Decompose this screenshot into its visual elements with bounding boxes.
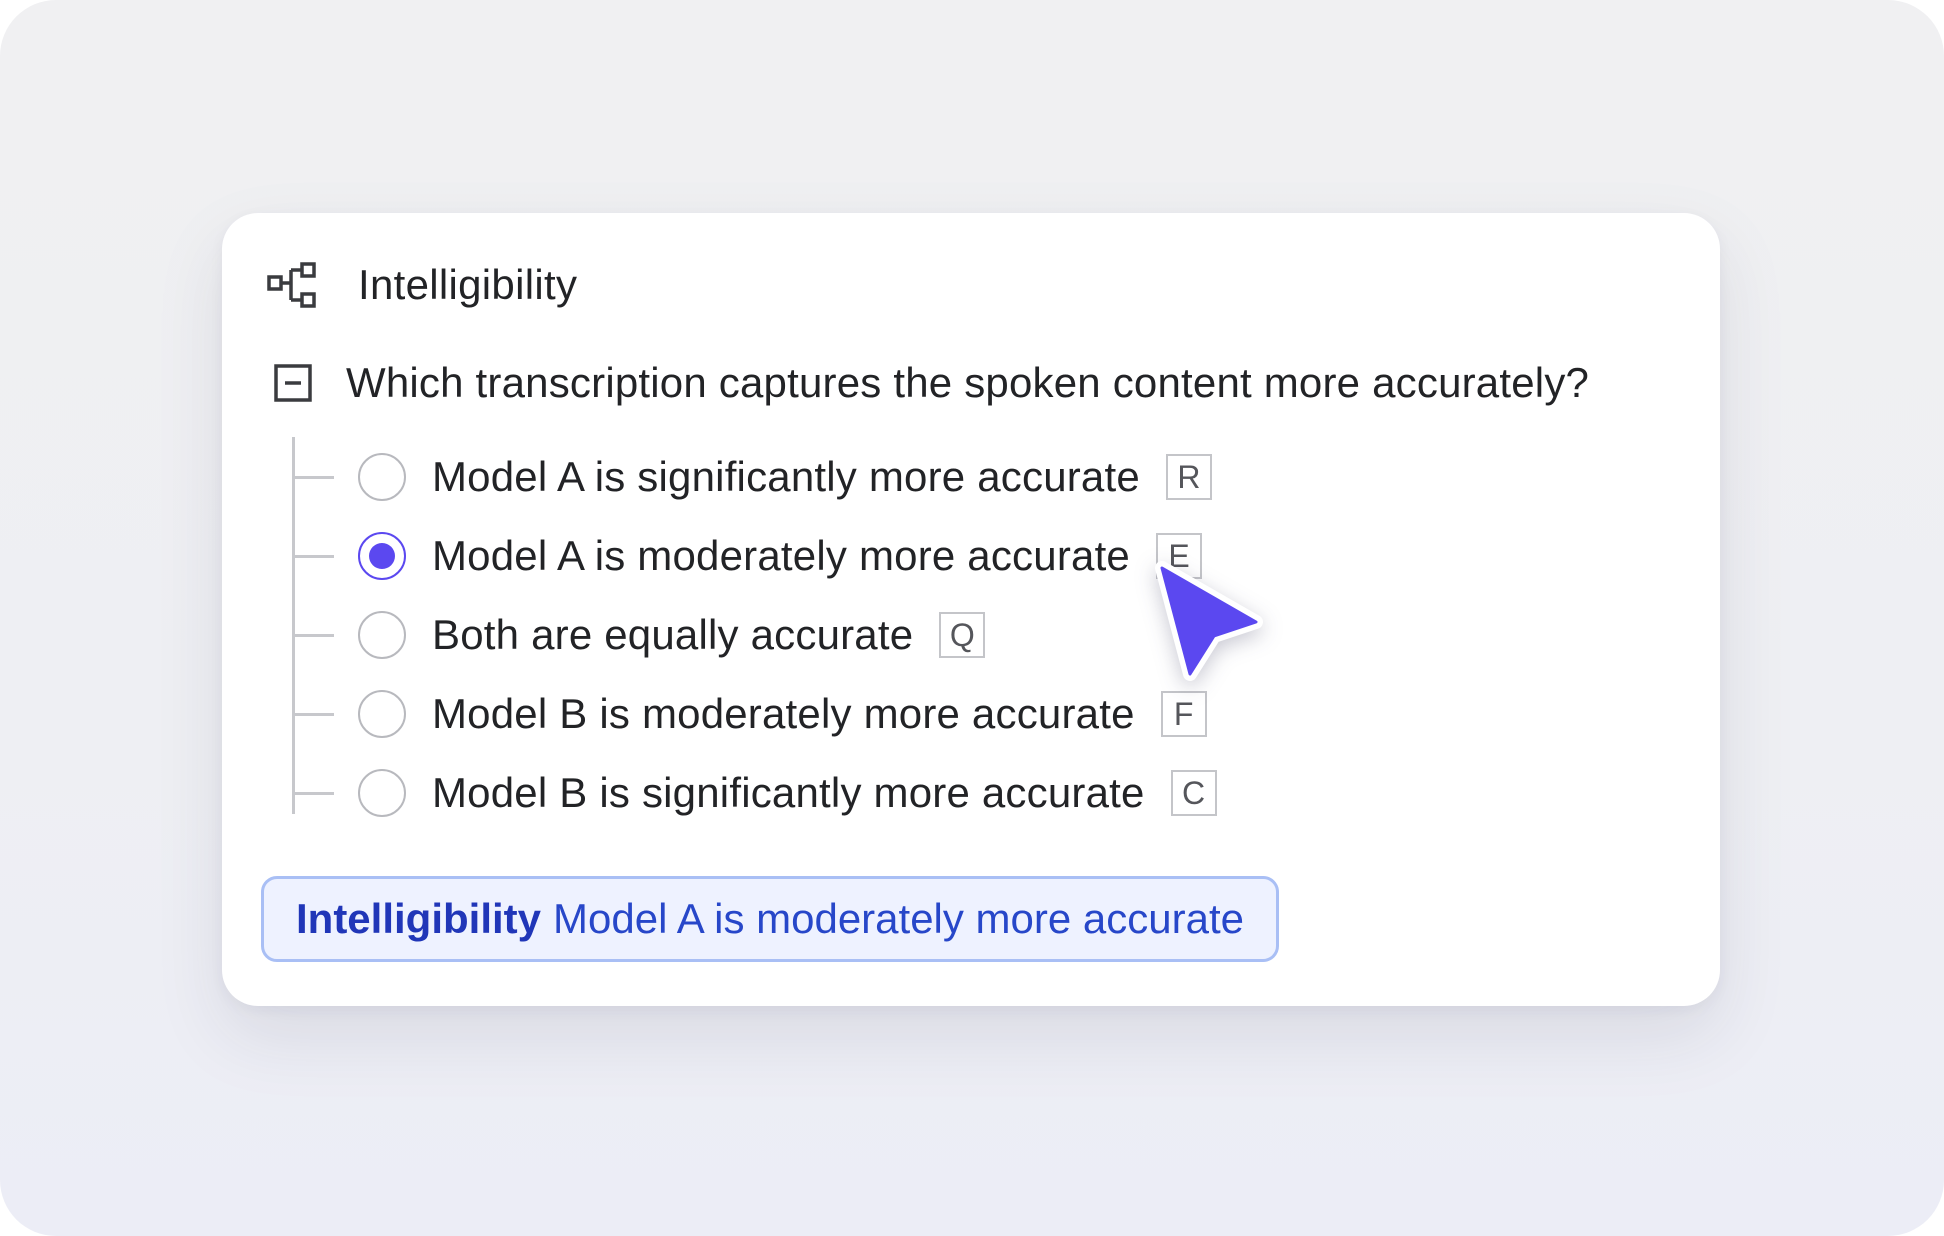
hotkey-badge: F xyxy=(1160,691,1207,737)
radio-button[interactable] xyxy=(358,690,406,738)
answer-summary-chip: Intelligibility Model A is moderately mo… xyxy=(261,876,1280,962)
option-model-b-significant[interactable]: Model B is significantly more accurate C xyxy=(292,763,1217,823)
tree-branch xyxy=(292,554,334,558)
option-model-a-moderate[interactable]: Model A is moderately more accurate E xyxy=(292,526,1202,586)
background-frame: Intelligibility Which transcription capt… xyxy=(0,0,1944,1236)
tree-branch xyxy=(292,791,334,795)
radio-button[interactable] xyxy=(358,611,406,659)
question-row: Which transcription captures the spoken … xyxy=(274,353,1589,413)
tree-branch xyxy=(292,633,334,637)
radio-button-selected[interactable] xyxy=(358,532,406,580)
option-label[interactable]: Both are equally accurate xyxy=(432,611,913,659)
pointer-cursor-icon xyxy=(1155,561,1263,681)
summary-title: Intelligibility xyxy=(296,895,542,942)
tree-branch xyxy=(292,712,334,716)
hotkey-badge: C xyxy=(1170,770,1217,816)
card-header: Intelligibility xyxy=(266,255,577,315)
card-title: Intelligibility xyxy=(358,261,578,308)
option-model-b-moderate[interactable]: Model B is moderately more accurate F xyxy=(292,684,1207,744)
option-label[interactable]: Model A is significantly more accurate xyxy=(432,453,1140,501)
option-equal[interactable]: Both are equally accurate Q xyxy=(292,605,986,665)
option-label[interactable]: Model A is moderately more accurate xyxy=(432,532,1130,580)
option-label[interactable]: Model B is moderately more accurate xyxy=(432,690,1135,738)
tree-branch xyxy=(292,475,334,479)
option-model-a-significant[interactable]: Model A is significantly more accurate R xyxy=(292,447,1212,507)
option-label[interactable]: Model B is significantly more accurate xyxy=(432,769,1145,817)
hierarchy-icon xyxy=(267,262,316,308)
hotkey-badge: Q xyxy=(939,612,986,658)
question-text: Which transcription captures the spoken … xyxy=(346,359,1590,406)
question-card: Intelligibility Which transcription capt… xyxy=(222,213,1720,1006)
collapse-icon[interactable] xyxy=(274,364,312,402)
radio-button[interactable] xyxy=(358,453,406,501)
hotkey-badge: R xyxy=(1165,454,1212,500)
summary-value: Model A is moderately more accurate xyxy=(553,895,1245,942)
radio-button[interactable] xyxy=(358,769,406,817)
